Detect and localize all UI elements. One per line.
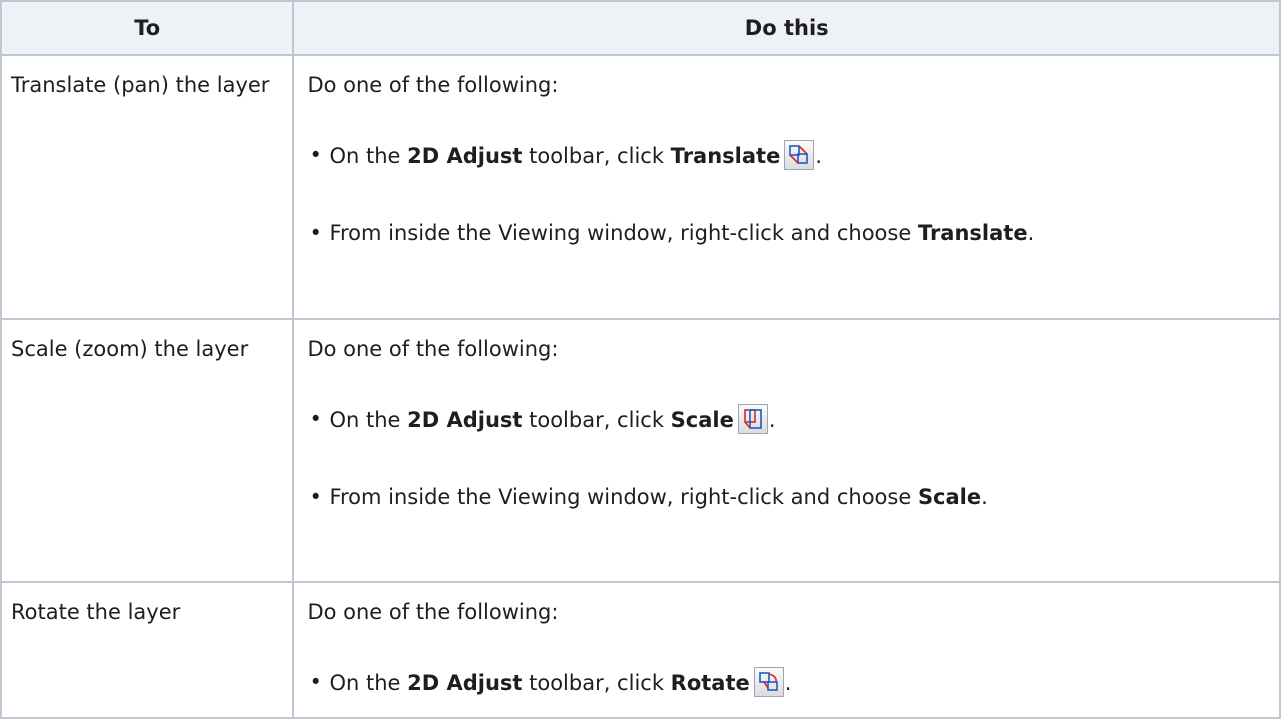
bullet-glyph: • <box>309 143 322 167</box>
translate-icon[interactable] <box>784 140 815 170</box>
scale-icon[interactable] <box>737 404 768 434</box>
step-text: From inside the Viewing window, right-cl… <box>329 485 918 509</box>
step-text: . <box>981 485 988 509</box>
table-row: Rotate the layer Do one of the following… <box>0 581 1281 719</box>
steps-intro: Do one of the following: <box>307 600 559 624</box>
task-cell: Rotate the layer <box>0 581 295 719</box>
table-row: Translate (pan) the layer Do one of the … <box>0 54 1281 320</box>
toolbar-name: 2D Adjust <box>407 144 523 168</box>
command-name: Translate <box>670 144 781 168</box>
table-header-row: To Do this <box>0 0 1281 56</box>
step-text: On the <box>329 671 408 695</box>
command-name: Scale <box>917 485 982 509</box>
list-item: • From inside the Viewing window, right-c… <box>307 482 1269 518</box>
steps-list: • On the 2D Adjust toolbar, click Scale. … <box>307 404 1269 518</box>
task-cell: Translate (pan) the layer <box>0 54 295 320</box>
steps-cell: Do one of the following: • On the 2D Adju… <box>292 54 1281 320</box>
rotate-icon[interactable] <box>753 667 784 697</box>
steps-intro: Do one of the following: <box>307 337 559 361</box>
steps-cell: Do one of the following: • On the 2D Adju… <box>292 318 1281 583</box>
list-item: • From inside the Viewing window, right-c… <box>307 218 1269 254</box>
step-text: toolbar, click <box>522 144 671 168</box>
list-item: • On the 2D Adjust toolbar, click Scale. <box>307 404 1269 444</box>
step-text: toolbar, click <box>522 671 671 695</box>
bullet-glyph: • <box>309 221 322 245</box>
steps-list: • On the 2D Adjust toolbar, click Rotate. <box>307 667 1269 707</box>
task-cell: Scale (zoom) the layer <box>0 318 295 583</box>
step-text: On the <box>329 144 408 168</box>
toolbar-name: 2D Adjust <box>407 671 523 695</box>
steps-intro: Do one of the following: <box>307 73 559 97</box>
step-text: . <box>768 408 776 432</box>
list-item: • On the 2D Adjust toolbar, click Transla… <box>307 140 1269 180</box>
bullet-glyph: • <box>309 485 322 509</box>
step-text: From inside the Viewing window, right-cl… <box>329 221 918 245</box>
step-text: toolbar, click <box>522 408 671 432</box>
steps-list: • On the 2D Adjust toolbar, click Transla… <box>307 140 1269 254</box>
command-name: Rotate <box>670 671 750 695</box>
header-to: To <box>0 0 295 56</box>
step-text: . <box>784 671 792 695</box>
table-row: Scale (zoom) the layer Do one of the fol… <box>0 318 1281 583</box>
steps-cell: Do one of the following: • On the 2D Adju… <box>292 581 1281 719</box>
instructions-table: To Do this Translate (pan) the layer Do … <box>0 0 1281 719</box>
list-item: • On the 2D Adjust toolbar, click Rotate. <box>307 667 1269 707</box>
bullet-glyph: • <box>309 407 322 431</box>
command-name: Translate <box>917 221 1028 245</box>
toolbar-name: 2D Adjust <box>407 408 523 432</box>
header-do-this: Do this <box>292 0 1281 56</box>
step-text: . <box>1027 221 1035 245</box>
step-text: . <box>815 144 823 168</box>
bullet-glyph: • <box>309 670 322 694</box>
step-text: On the <box>329 408 408 432</box>
command-name: Scale <box>670 408 734 432</box>
